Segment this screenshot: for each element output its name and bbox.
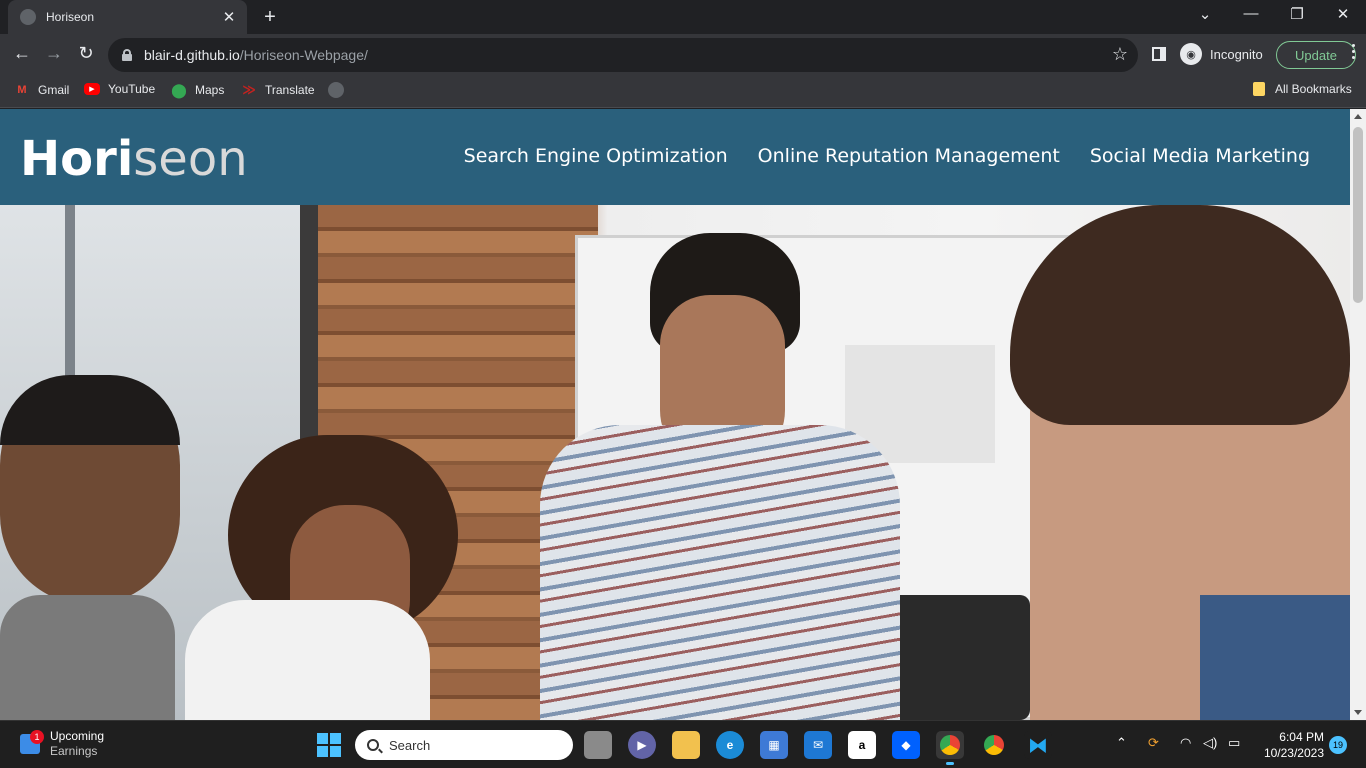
tab-title: Horiseon bbox=[46, 10, 95, 24]
globe-icon bbox=[20, 9, 36, 25]
reload-button[interactable]: ↻ bbox=[74, 43, 98, 64]
stocks-icon: 1 bbox=[20, 730, 44, 754]
notification-badge[interactable]: 19 bbox=[1329, 736, 1347, 754]
bookmark-star-icon[interactable]: ☆ bbox=[1112, 44, 1128, 65]
hero-shirt bbox=[540, 425, 900, 720]
bookmark-label: Translate bbox=[265, 83, 315, 97]
bookmark-gmail[interactable]: M Gmail bbox=[14, 82, 69, 98]
chrome-profile-icon[interactable] bbox=[980, 731, 1008, 759]
task-view-icon[interactable] bbox=[584, 731, 612, 759]
volume-icon[interactable]: ◁) bbox=[1203, 735, 1217, 751]
widget-title: Upcoming bbox=[50, 729, 105, 743]
teams-icon[interactable]: ▶ bbox=[628, 731, 656, 759]
chevron-down-icon[interactable]: ⌄ bbox=[1193, 5, 1217, 23]
tab-bar: Horiseon ✕ + ⌄ — ❐ ✕ bbox=[0, 0, 1366, 34]
clock-date: 10/23/2023 bbox=[1263, 746, 1324, 760]
search-icon bbox=[367, 739, 379, 751]
chrome-icon[interactable] bbox=[936, 731, 964, 765]
youtube-icon: ▶ bbox=[84, 83, 100, 95]
taskbar-search[interactable]: Search bbox=[355, 730, 573, 760]
gmail-icon: M bbox=[17, 84, 27, 96]
url-path: /Horiseon-Webpage/ bbox=[239, 47, 368, 63]
page-scrollbar[interactable] bbox=[1350, 109, 1366, 720]
hero-image bbox=[0, 205, 1350, 720]
system-clock[interactable]: 6:04 PM 10/23/2023 bbox=[1258, 729, 1324, 761]
hero-chair bbox=[880, 595, 1030, 720]
bookmark-label: Maps bbox=[195, 83, 225, 97]
maps-pin-icon: ⬤ bbox=[171, 81, 187, 98]
lock-icon[interactable] bbox=[122, 49, 132, 61]
new-tab-button[interactable]: + bbox=[260, 6, 280, 29]
clock-time: 6:04 PM bbox=[1279, 730, 1324, 744]
bookmarks-bar: M Gmail ▶ YouTube ⬤ Maps ≫ Translate All… bbox=[0, 76, 1366, 108]
menu-icon[interactable] bbox=[1352, 44, 1356, 62]
bookmark-label: YouTube bbox=[108, 82, 156, 96]
all-bookmarks-label: All Bookmarks bbox=[1275, 82, 1352, 96]
logo-main: Hori bbox=[20, 131, 134, 187]
incognito-icon: ◉ bbox=[1180, 43, 1202, 65]
site-nav: Search Engine Optimization Online Reputa… bbox=[434, 145, 1310, 167]
nav-link-seo[interactable]: Search Engine Optimization bbox=[464, 145, 728, 167]
sync-icon[interactable]: ⟳ bbox=[1148, 735, 1159, 751]
forward-button[interactable]: → bbox=[42, 43, 66, 64]
back-button[interactable]: ← bbox=[10, 43, 34, 64]
nav-link-smm[interactable]: Social Media Marketing bbox=[1090, 145, 1310, 167]
github-icon bbox=[328, 82, 344, 98]
taskbar: 1 Upcoming Earnings Search ▶ e ▦ ✉ a ◆ ⧓… bbox=[0, 720, 1366, 768]
address-bar[interactable]: blair-d.github.io /Horiseon-Webpage/ ☆ bbox=[108, 38, 1138, 72]
translate-icon: ≫ bbox=[242, 82, 256, 97]
window-close-button[interactable]: ✕ bbox=[1331, 5, 1355, 23]
file-explorer-icon[interactable] bbox=[672, 731, 700, 759]
bookmark-translate[interactable]: ≫ Translate bbox=[241, 82, 315, 98]
bookmark-github[interactable] bbox=[328, 82, 344, 98]
amazon-icon[interactable]: a bbox=[848, 731, 876, 759]
browser-tab[interactable]: Horiseon ✕ bbox=[8, 0, 247, 34]
site-header: Horiseon Search Engine Optimization Onli… bbox=[0, 109, 1350, 205]
search-placeholder: Search bbox=[389, 737, 431, 753]
edge-icon[interactable]: e bbox=[716, 731, 744, 759]
chevron-up-icon[interactable]: ⌃ bbox=[1116, 735, 1127, 751]
update-button[interactable]: Update bbox=[1276, 41, 1356, 69]
browser-toolbar: ← → ↻ blair-d.github.io /Horiseon-Webpag… bbox=[0, 34, 1366, 76]
all-bookmarks[interactable]: All Bookmarks bbox=[1253, 82, 1352, 96]
bookmark-maps[interactable]: ⬤ Maps bbox=[171, 82, 224, 98]
nav-link-orm[interactable]: Online Reputation Management bbox=[758, 145, 1060, 167]
widgets-button[interactable]: 1 Upcoming Earnings bbox=[20, 729, 104, 759]
close-icon[interactable]: ✕ bbox=[221, 8, 237, 26]
scroll-down-arrow-icon[interactable] bbox=[1354, 710, 1362, 715]
store-icon[interactable]: ▦ bbox=[760, 731, 788, 759]
scroll-thumb[interactable] bbox=[1353, 127, 1363, 303]
widget-subtitle: Earnings bbox=[50, 744, 98, 758]
dropbox-icon[interactable]: ◆ bbox=[892, 731, 920, 759]
bookmark-youtube[interactable]: ▶ YouTube bbox=[84, 82, 155, 96]
windows-start-icon[interactable] bbox=[317, 733, 341, 757]
scroll-up-arrow-icon[interactable] bbox=[1354, 114, 1362, 119]
web-page: Horiseon Search Engine Optimization Onli… bbox=[0, 109, 1350, 720]
folder-icon bbox=[1253, 82, 1265, 96]
url-host: blair-d.github.io bbox=[144, 47, 240, 63]
restore-button[interactable]: ❐ bbox=[1285, 5, 1309, 23]
widget-text: Upcoming Earnings bbox=[50, 729, 104, 759]
hero-shirt bbox=[0, 595, 175, 720]
incognito-indicator[interactable]: ◉ Incognito bbox=[1180, 43, 1263, 65]
vscode-icon[interactable]: ⧓ bbox=[1024, 731, 1052, 759]
hero-shirt bbox=[185, 600, 430, 720]
site-logo[interactable]: Horiseon bbox=[20, 131, 248, 187]
mail-icon[interactable]: ✉ bbox=[804, 731, 832, 759]
side-panel-icon[interactable] bbox=[1152, 47, 1166, 61]
minimize-button[interactable]: — bbox=[1239, 5, 1263, 22]
hero-shirt bbox=[1200, 595, 1350, 720]
incognito-label: Incognito bbox=[1210, 46, 1263, 62]
widget-badge: 1 bbox=[30, 730, 44, 744]
battery-icon[interactable]: ▭ bbox=[1228, 735, 1240, 751]
bookmark-label: Gmail bbox=[38, 83, 70, 97]
wifi-icon[interactable]: ◠ bbox=[1180, 735, 1191, 751]
logo-accent: seon bbox=[133, 131, 248, 187]
